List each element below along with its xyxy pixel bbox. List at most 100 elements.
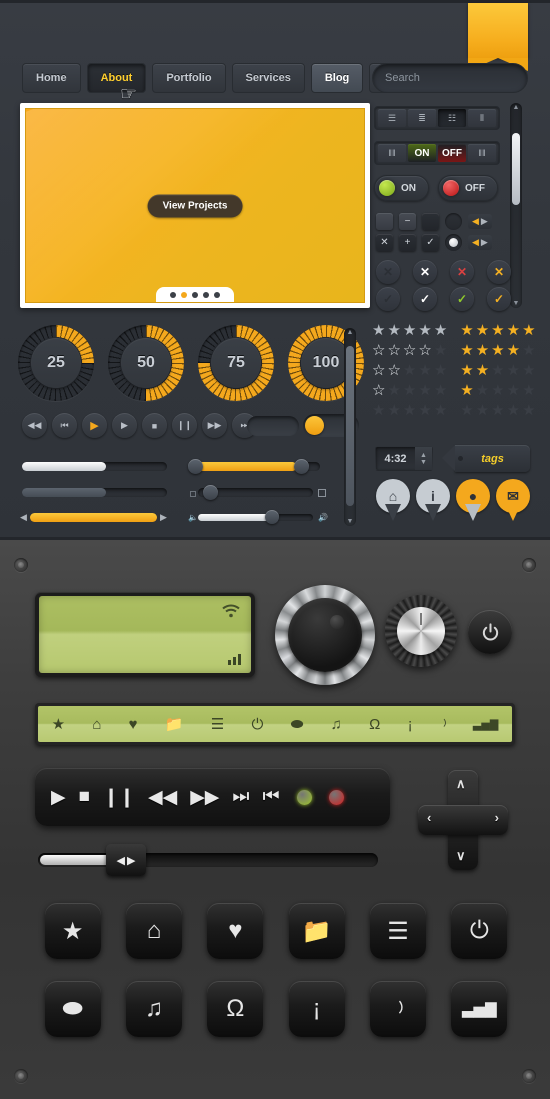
- star-rating-row[interactable]: ☆ ☆ ☆ ☆ ★ ★ ★ ★ ★ ★: [372, 343, 536, 358]
- scroll-up-arrow-icon[interactable]: ▲: [510, 104, 522, 111]
- music-icon[interactable]: ♫: [331, 716, 342, 733]
- stop-button[interactable]: ■: [142, 413, 167, 438]
- star-1-filled[interactable]: ★: [460, 383, 473, 398]
- range-knob-left[interactable]: [188, 459, 203, 474]
- star-group-left[interactable]: ★ ★ ★ ★ ★: [372, 403, 447, 418]
- star-group-left[interactable]: ★ ★ ★ ★ ★: [372, 323, 447, 338]
- list-view-button[interactable]: ☰: [378, 109, 406, 127]
- play-button[interactable]: ▶: [112, 413, 137, 438]
- hero-dot-3[interactable]: [192, 292, 198, 298]
- stepper-right-arrow-icon[interactable]: ▶: [481, 216, 488, 227]
- star-group-right[interactable]: ★ ★ ★ ★ ★: [460, 323, 535, 338]
- star-rating-row[interactable]: ☆ ☆ ★ ★ ★ ★ ★ ★ ★ ★: [372, 363, 536, 378]
- star-5-empty[interactable]: ★: [522, 343, 535, 358]
- pin-chat[interactable]: ●: [456, 479, 490, 523]
- star-group-right[interactable]: ★ ★ ★ ★ ★: [460, 383, 535, 398]
- star-2-filled[interactable]: ☆: [387, 343, 400, 358]
- star-3-filled[interactable]: ★: [491, 323, 504, 338]
- headphones-icon[interactable]: Ω: [369, 716, 380, 733]
- signal-icon[interactable]: ▃▅▇: [473, 718, 498, 731]
- power-icon[interactable]: ⏻: [251, 716, 263, 733]
- hero-dot-2[interactable]: [181, 292, 187, 298]
- stepper-left-arrow-icon[interactable]: ◀: [472, 216, 479, 227]
- star-4-empty[interactable]: ★: [418, 383, 431, 398]
- fast-forward-button[interactable]: ▶▶: [190, 786, 219, 809]
- home-icon-button[interactable]: ⌂: [125, 903, 182, 959]
- scroll-up-arrow-icon-2[interactable]: ▲: [344, 329, 356, 336]
- headphones-icon-button[interactable]: Ω: [207, 981, 264, 1037]
- slider-white-track[interactable]: [22, 462, 167, 471]
- checkbox-x[interactable]: ✕: [376, 234, 393, 251]
- star-5-empty[interactable]: ★: [434, 363, 447, 378]
- range-knob-right[interactable]: [294, 459, 309, 474]
- x-amber-button[interactable]: ✕: [487, 260, 511, 284]
- check-white-button[interactable]: ✓: [413, 287, 437, 311]
- scrollbar-vertical-1[interactable]: ▲ ▼: [510, 103, 522, 308]
- music-icon-button[interactable]: ♫: [125, 981, 182, 1037]
- star-1-filled[interactable]: ★: [460, 363, 473, 378]
- check-amber-button[interactable]: ✓: [487, 287, 511, 311]
- pause-button[interactable]: ❙❙: [172, 413, 197, 438]
- power-button[interactable]: [468, 610, 512, 654]
- heart-icon[interactable]: ♥: [129, 716, 138, 733]
- slider-left-arrow-icon[interactable]: ◀: [20, 512, 27, 523]
- check-dark-button[interactable]: ✓: [376, 287, 400, 311]
- checkbox-checked[interactable]: ✓: [422, 234, 439, 251]
- grid-view-button[interactable]: ☷: [438, 109, 466, 127]
- star-4-filled[interactable]: ☆: [418, 343, 431, 358]
- star-3-empty[interactable]: ★: [491, 383, 504, 398]
- pin-info[interactable]: i: [416, 479, 450, 523]
- scroll-thumb[interactable]: [512, 133, 520, 205]
- hero-dot-4[interactable]: [203, 292, 209, 298]
- volume-knob[interactable]: [265, 510, 279, 524]
- spinner-down-arrow-icon[interactable]: ▼: [420, 459, 427, 466]
- segment-right-handle[interactable]: ‖‖: [468, 144, 496, 162]
- star-4-empty[interactable]: ★: [507, 403, 520, 418]
- pill-toggle-on[interactable]: ON: [374, 175, 429, 201]
- star-5-empty[interactable]: ★: [434, 383, 447, 398]
- star-1-filled[interactable]: ★: [460, 343, 473, 358]
- previous-track-button[interactable]: ⏮: [263, 786, 280, 808]
- nav-tab-home[interactable]: Home: [22, 63, 81, 93]
- onoff-segment-switch[interactable]: ‖‖ ON OFF ‖‖: [374, 141, 500, 165]
- star-group-right[interactable]: ★ ★ ★ ★ ★: [460, 343, 535, 358]
- search-input[interactable]: [385, 72, 527, 84]
- folder-icon[interactable]: 📁: [165, 715, 184, 733]
- pill-toggle-off[interactable]: OFF: [438, 175, 498, 201]
- heart-icon-button[interactable]: ♥: [207, 903, 264, 959]
- star-rating-row[interactable]: ☆ ★ ★ ★ ★ ★ ★ ★ ★ ★: [372, 383, 536, 398]
- home-icon[interactable]: ⌂: [92, 716, 101, 733]
- forward-button[interactable]: ▶▶: [202, 413, 227, 438]
- star-2-empty[interactable]: ★: [476, 403, 489, 418]
- slider-volume-track[interactable]: [198, 514, 313, 521]
- segment-left-handle[interactable]: ‖‖: [378, 144, 406, 162]
- time-spinner-arrows[interactable]: ▲ ▼: [415, 447, 432, 470]
- scrollbar-vertical-2[interactable]: ▲ ▼: [344, 328, 356, 526]
- segment-off[interactable]: OFF: [438, 144, 466, 162]
- star-4-empty[interactable]: ★: [418, 363, 431, 378]
- star-3-filled[interactable]: ★: [491, 343, 504, 358]
- star-5-empty[interactable]: ★: [434, 343, 447, 358]
- check-green-button[interactable]: ✓: [450, 287, 474, 311]
- star-4-filled[interactable]: ★: [418, 323, 431, 338]
- star-rating-row[interactable]: ★ ★ ★ ★ ★ ★ ★ ★ ★ ★: [372, 323, 536, 338]
- microphone-icon[interactable]: ¡: [408, 716, 413, 733]
- small-chrome-knob[interactable]: [385, 595, 457, 667]
- star-3-empty[interactable]: ★: [403, 403, 416, 418]
- star-5-empty[interactable]: ★: [434, 403, 447, 418]
- x-red-button[interactable]: ✕: [450, 260, 474, 284]
- detail-list-view-button[interactable]: ≣: [408, 109, 436, 127]
- star-group-right[interactable]: ★ ★ ★ ★ ★: [460, 363, 535, 378]
- dpad-right-icon[interactable]: ›: [495, 810, 499, 825]
- nav-tab-blog[interactable]: Blog: [310, 63, 364, 93]
- star-4-empty[interactable]: ★: [507, 363, 520, 378]
- star-group-right[interactable]: ★ ★ ★ ★ ★: [460, 403, 535, 418]
- stepper-right-arrow-icon-2[interactable]: ▶: [481, 237, 488, 248]
- large-knurled-knob[interactable]: [275, 585, 375, 685]
- star-group-left[interactable]: ☆ ☆ ★ ★ ★: [372, 363, 447, 378]
- slider-gray-track[interactable]: [22, 488, 167, 497]
- star-2-filled[interactable]: ★: [387, 323, 400, 338]
- rewind-button[interactable]: ◀◀: [148, 786, 177, 809]
- list-icon[interactable]: ☰: [211, 715, 224, 733]
- star-5-empty[interactable]: ★: [522, 363, 535, 378]
